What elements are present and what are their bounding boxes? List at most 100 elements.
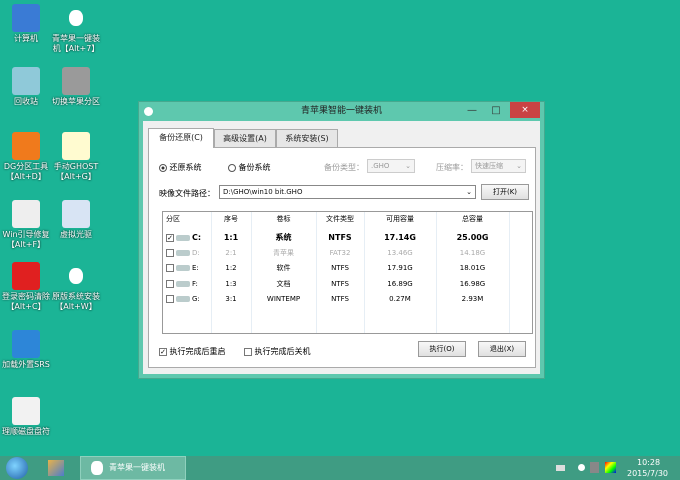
installer-window: 青苹果智能一键装机 — □ × 备份还原(C) 高级设置(A) 系统安装(S) … [138,101,545,379]
table-row[interactable]: ✓ C: 1:1 系统 NTFS 17.14G 25.00G [163,230,532,245]
drive-letter: D: [192,248,200,257]
compress-label: 压缩率： [436,163,468,172]
computer-icon [12,4,40,32]
desktop-icon-label: Win引导修复【Alt+F】 [2,230,50,249]
partition-checkbox[interactable] [166,264,174,272]
cell-index: 1:3 [225,279,237,288]
cell-index: 2:1 [225,248,237,257]
clock-time[interactable]: 10:28 [637,458,660,467]
partition-checkbox[interactable]: ✓ [166,233,174,242]
exit-button[interactable]: 退出(X) [478,341,526,357]
cell-total: 16.98G [459,279,486,288]
quicklaunch-icon[interactable] [48,460,64,476]
desktop-icon[interactable]: 手动GHOST【Alt+G】 [50,132,102,182]
partition-cell: E: [166,261,199,276]
cell-free: 0.27M [389,295,411,303]
apple-icon [69,268,83,284]
cell-label: 软件 [276,264,291,272]
drive-icon [176,265,190,271]
desktop-icon[interactable]: 青苹果一键装机【Alt+7】 [50,4,102,54]
desktop-icon[interactable]: 计算机 [0,4,52,44]
close-button[interactable]: × [510,102,540,118]
partition-cell: G: [166,292,200,307]
partition-table: 分区 序号 卷标 文件类型 可用容量 总容量 ✓ C: 1:1 系统 NTFS 17.14G 25.00… [162,211,533,334]
hard-drive-icon [62,67,90,95]
cell-fs: NTFS [331,279,349,288]
desktop-icon[interactable]: DG分区工具【Alt+D】 [0,132,52,182]
column-header[interactable]: 序号 [211,212,251,227]
tab-system-install[interactable]: 系统安装(S) [276,129,338,147]
checkbox-icon: ✓ [159,347,167,356]
column-header[interactable]: 卷标 [251,212,316,227]
reboot-checkbox[interactable]: ✓ 执行完成后重启 [159,346,226,357]
network-tray-icon[interactable] [578,464,585,471]
minimize-button[interactable]: — [462,102,482,121]
shutdown-checkbox[interactable]: 执行完成后关机 [244,346,311,357]
partition-checkbox[interactable] [166,295,174,303]
taskbar: 青苹果一键装机 10:28 2015/7/30 [0,456,680,480]
tab-backup-restore[interactable]: 备份还原(C) [148,128,214,148]
image-path-input[interactable]: D:\GHO\win10 bit.GHO ⌄ [219,185,476,199]
column-header[interactable]: 分区 [163,212,211,227]
desktop-icon[interactable]: 虚拟光驱 [50,200,102,240]
firewire-icon [12,330,40,358]
execute-button[interactable]: 执行(O) [418,341,466,357]
maximize-button[interactable]: □ [486,102,506,121]
clock-date[interactable]: 2015/7/30 [627,469,668,478]
restore-radio-label: 还原系统 [169,163,202,172]
partition-cell: D: [166,246,200,261]
drive-letter: G: [192,295,200,303]
restore-radio[interactable]: 还原系统 [159,162,202,173]
app-apple-icon [144,107,153,116]
keyboard-tray-icon[interactable] [556,465,565,471]
table-header: 分区 序号 卷标 文件类型 可用容量 总容量 [163,212,532,227]
open-button[interactable]: 打开(K) [481,184,529,200]
cell-index: 1:2 [225,264,237,272]
cell-free: 17.91G [387,264,413,272]
backup-restore-panel: 还原系统 备份系统 备份类型： .GHO ⌄ 压缩率： 快速压缩 ⌄ 映像文件路径：… [148,147,536,368]
desktop-icon-label: 切换苹果分区 [52,97,100,106]
column-header[interactable]: 文件类型 [316,212,364,227]
column-header[interactable]: 可用容量 [364,212,436,227]
desktop-icon[interactable]: 原版系统安装【Alt+W】 [50,262,102,312]
recycle-bin-icon [12,67,40,95]
title-bar[interactable]: 青苹果智能一键装机 — □ × [139,102,544,121]
desktop-icon[interactable]: 切换苹果分区 [50,67,102,107]
desktop-icon[interactable]: 理顺磁盘盘符 [0,397,52,437]
compress-value: 快速压缩 [475,162,503,170]
column-header[interactable]: 总容量 [436,212,509,227]
desktop-icon[interactable]: Win引导修复【Alt+F】 [0,200,52,250]
drive-letter: F: [192,279,198,288]
desktop-icon-label: 回收站 [14,97,38,106]
start-button[interactable] [6,457,28,479]
table-row[interactable]: G: 3:1 WINTEMP NTFS 0.27M 2.93M [163,292,532,307]
table-row[interactable]: F: 1:3 文档 NTFS 16.89G 16.98G [163,277,532,292]
backup-type-select[interactable]: .GHO ⌄ [367,159,415,173]
desktop-icon-label: 计算机 [14,34,38,43]
partition-checkbox[interactable] [166,279,174,288]
partition-checkbox[interactable] [166,248,174,257]
toolbox-icon [12,200,40,228]
cell-fs: NTFS [328,233,352,242]
cell-index: 1:1 [223,233,239,242]
compress-select[interactable]: 快速压缩 ⌄ [471,159,526,173]
desktop-icon[interactable]: 加载外置SRS [0,330,52,370]
cell-total: 14.18G [459,248,486,257]
nt-key-icon [12,262,40,290]
backup-radio[interactable]: 备份系统 [228,162,271,173]
ghost-icon [62,132,90,160]
desktop-icon[interactable]: 回收站 [0,67,52,107]
display-tray-icon[interactable] [605,462,616,473]
usb-tray-icon[interactable] [590,462,599,473]
table-row[interactable]: D: 2:1 青苹果 FAT32 13.46G 14.18G [163,246,532,261]
table-row[interactable]: E: 1:2 软件 NTFS 17.91G 18.01G [163,261,532,276]
cell-fs: NTFS [331,295,349,303]
image-path-value: D:\GHO\win10 bit.GHO [223,188,303,196]
cell-free: 17.14G [384,233,416,242]
taskbar-app-button[interactable]: 青苹果一键装机 [80,456,186,480]
tab-advanced-settings[interactable]: 高级设置(A) [214,129,276,147]
swap-drive-icon [12,397,40,425]
checkbox-icon [244,347,252,356]
desktop-icon[interactable]: 登录密码清除【Alt+C】 [0,262,52,312]
reboot-label: 执行完成后重启 [169,347,226,356]
